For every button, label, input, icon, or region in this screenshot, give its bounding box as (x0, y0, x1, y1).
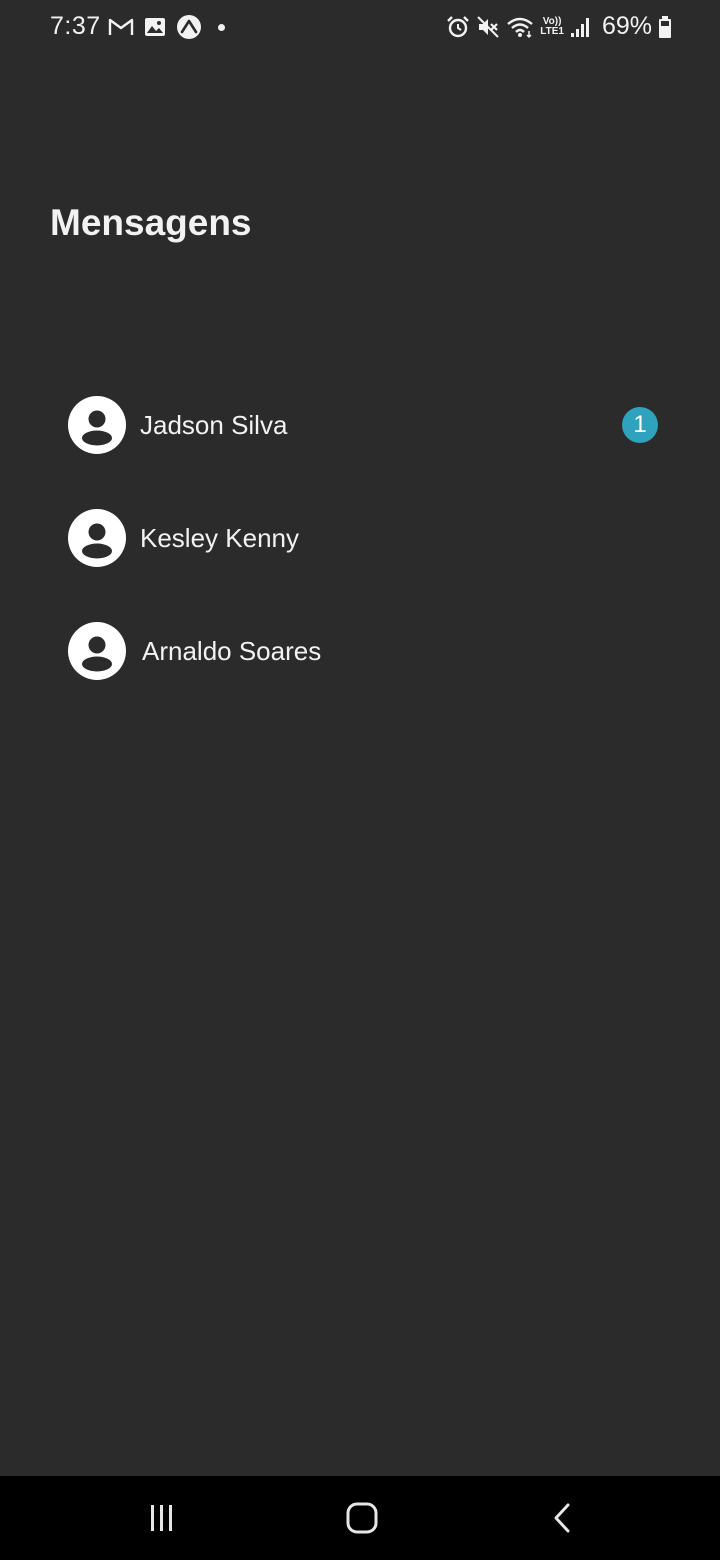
signal-icon (570, 17, 589, 37)
lte-label: LTE1 (540, 25, 564, 37)
page-title: Mensagens (50, 202, 252, 243)
back-icon (554, 1503, 570, 1533)
system-icons: Vo)) LTE1 69% (446, 12, 672, 41)
battery-icon (659, 15, 671, 38)
contact-name: Arnaldo Soares (142, 635, 322, 666)
mute-icon (477, 15, 499, 38)
volte-label: Vo)) (542, 15, 562, 27)
gallery-icon (145, 18, 165, 36)
contact-item[interactable]: Arnaldo Soares (68, 621, 668, 681)
status-bar: 7:37 Vo)) LTE1 69% (0, 0, 720, 56)
navigation-bar (0, 1476, 720, 1560)
battery-percent: 69% (601, 12, 652, 40)
more-notifications-dot (218, 23, 225, 31)
avatar-icon (68, 622, 126, 680)
home-icon (346, 1502, 378, 1534)
recent-apps-button[interactable] (141, 1498, 181, 1538)
gmail-icon (108, 18, 134, 35)
home-button[interactable] (342, 1498, 382, 1538)
expo-icon (177, 15, 201, 39)
network-type-label: Vo)) LTE1 (540, 15, 564, 37)
unread-badge: 1 (622, 407, 658, 443)
contact-name: Jadson Silva (140, 409, 288, 440)
avatar-icon (68, 396, 126, 454)
recent-apps-icon (151, 1505, 172, 1531)
alarm-icon (447, 15, 470, 37)
avatar-icon (68, 509, 126, 567)
status-time: 7:37 (50, 12, 101, 40)
contact-item[interactable]: Kesley Kenny (68, 508, 668, 568)
notification-icons (108, 14, 225, 40)
contact-item[interactable]: Jadson Silva 1 (68, 395, 668, 455)
back-button[interactable] (543, 1498, 583, 1538)
wifi-icon (507, 17, 534, 38)
contact-name: Kesley Kenny (140, 522, 299, 553)
